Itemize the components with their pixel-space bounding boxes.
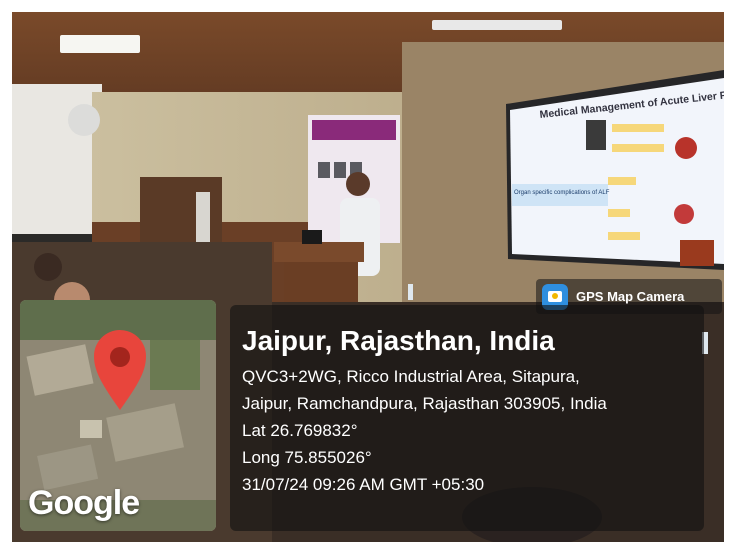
ceiling-light [60, 35, 140, 53]
tube-light [432, 20, 562, 30]
google-logo: Google [28, 484, 140, 522]
speaker-head [346, 172, 370, 196]
audience-member [34, 253, 62, 281]
latitude: Lat 26.769832° [242, 421, 358, 440]
location-name: Jaipur, Rajasthan, India [242, 325, 555, 356]
app-name: GPS Map Camera [576, 289, 685, 304]
podium-top [274, 242, 364, 262]
slide-left-label: Organ specific complications of ALF [514, 190, 610, 196]
wall-fan [68, 104, 100, 136]
laptop [302, 230, 322, 244]
water-bottle [408, 284, 413, 300]
address-line-1: QVC3+2WG, Ricco Industrial Area, Sitapur… [242, 367, 580, 386]
location-info-card: Jaipur, Rajasthan, India QVC3+2WG, Ricco… [230, 305, 704, 531]
slide-ct-image [586, 120, 606, 150]
screenshot-frame: Medical Management of Acute Liver Fa Org… [0, 0, 734, 551]
address-line-2: Jaipur, Ramchandpura, Rajasthan 303905, … [242, 394, 607, 413]
timestamp: 31/07/24 09:26 AM GMT +05:30 [242, 475, 485, 494]
satellite-map-thumbnail: Google [20, 300, 216, 531]
longitude: Long 75.855026° [242, 448, 372, 467]
